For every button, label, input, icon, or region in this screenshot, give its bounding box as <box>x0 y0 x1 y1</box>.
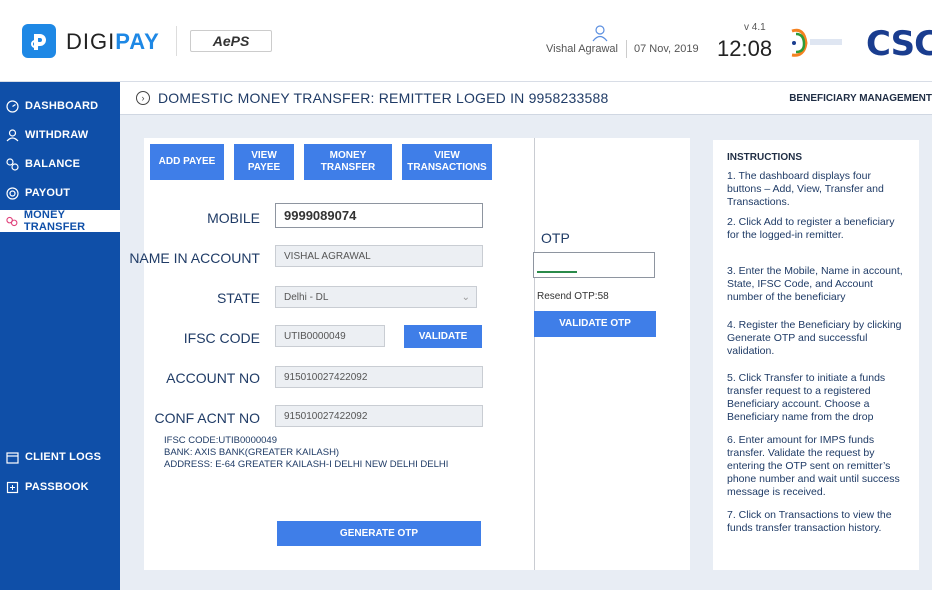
beneficiary-management-link[interactable]: BENEFICIARY MANAGEMENT <box>789 93 932 104</box>
sidebar-item-label: DASHBOARD <box>25 100 99 112</box>
sidebar-item-payout[interactable]: PAYOUT <box>6 182 70 204</box>
sidebar-item-money-transfer[interactable]: MONEY TRANSFER <box>0 209 120 233</box>
instructions-panel: INSTRUCTIONS 1. The dashboard displays f… <box>713 140 919 570</box>
account-no-label: ACCOUNT NO <box>166 370 260 386</box>
mobile-label: MOBILE <box>207 210 260 226</box>
csc-logo: CSC <box>866 24 932 64</box>
state-select[interactable]: Delhi - DL ⌄ <box>275 286 477 308</box>
instruction-item: 3. Enter the Mobile, Name in account, St… <box>727 265 903 303</box>
confirm-account-input[interactable]: 915010027422092 <box>275 405 483 427</box>
instruction-item: 7. Click on Transactions to view the fun… <box>727 509 892 534</box>
chevron-down-icon: ⌄ <box>461 291 470 303</box>
confirm-account-label: CONF ACNT NO <box>154 410 260 426</box>
money-transfer-button[interactable]: MONEY TRANSFER <box>304 144 392 180</box>
instructions-title: INSTRUCTIONS <box>727 152 802 163</box>
bank-name-info: BANK: AXIS BANK(GREATER KAILASH) <box>164 447 340 458</box>
sidebar: DASHBOARD WITHDRAW BALANCE PAYOUT MONEY … <box>0 82 120 590</box>
sidebar-item-dashboard[interactable]: DASHBOARD <box>6 95 98 117</box>
header-divider <box>176 26 177 56</box>
sidebar-item-passbook[interactable]: PASSBOOK <box>6 476 89 498</box>
view-transactions-button[interactable]: VIEW TRANSACTIONS <box>402 144 492 180</box>
app-version: v 4.1 <box>744 22 766 33</box>
sidebar-item-label: CLIENT LOGS <box>25 451 102 463</box>
instruction-item: 5. Click Transfer to initiate a funds tr… <box>727 372 886 423</box>
sidebar-item-client-logs[interactable]: CLIENT LOGS <box>6 446 101 468</box>
current-time: 12:08 <box>717 36 773 61</box>
resend-otp-text[interactable]: Resend OTP:58 <box>537 291 609 302</box>
add-payee-button[interactable]: ADD PAYEE <box>150 144 224 180</box>
sidebar-item-label: BALANCE <box>25 158 81 170</box>
page-title: DOMESTIC MONEY TRANSFER: REMITTER LOGED … <box>158 90 609 106</box>
mobile-input[interactable]: 9999089074 <box>275 203 483 228</box>
account-no-input[interactable]: 915010027422092 <box>275 366 483 388</box>
validate-otp-button[interactable]: VALIDATE OTP <box>534 311 656 337</box>
current-date: 07 Nov, 2019 <box>634 43 699 55</box>
view-payee-button[interactable]: VIEW PAYEE <box>234 144 294 180</box>
instruction-item: 4. Register the Beneficiary by clicking … <box>727 319 902 357</box>
client-logs-icon <box>6 451 19 464</box>
chevron-right-icon: › <box>136 91 150 105</box>
state-label: STATE <box>216 290 260 306</box>
ifsc-code-input[interactable]: UTIB0000049 <box>275 325 385 347</box>
user-name: Vishal Agrawal <box>546 43 618 55</box>
payout-icon <box>6 186 19 200</box>
generate-otp-button[interactable]: GENERATE OTP <box>277 521 481 546</box>
ifsc-code-label: IFSC CODE <box>183 330 260 346</box>
otp-input[interactable] <box>533 252 655 278</box>
passbook-icon <box>6 481 19 493</box>
sidebar-item-label: WITHDRAW <box>25 129 89 141</box>
instruction-item: 2. Click Add to register a beneficiary f… <box>727 216 895 241</box>
sidebar-item-label: PASSBOOK <box>25 481 89 493</box>
state-select-value: Delhi - DL <box>284 291 329 303</box>
brand-name[interactable]: DIGIPAY <box>66 29 160 55</box>
sidebar-item-label: MONEY TRANSFER <box>23 209 86 233</box>
digital-india-icon <box>786 25 846 59</box>
withdraw-icon <box>6 128 19 141</box>
otp-input-underline <box>537 271 577 273</box>
name-in-account-label: NAME IN ACCOUNT <box>129 250 260 266</box>
validate-ifsc-button[interactable]: VALIDATE <box>404 325 482 348</box>
page-title-bar: › DOMESTIC MONEY TRANSFER: REMITTER LOGE… <box>120 82 932 115</box>
bank-address-info: ADDRESS: E-64 GREATER KAILASH-I DELHI NE… <box>164 459 449 470</box>
sidebar-item-label: PAYOUT <box>25 187 71 199</box>
instruction-item: 6. Enter amount for IMPS funds transfer.… <box>727 434 900 498</box>
sidebar-item-balance[interactable]: BALANCE <box>6 153 80 175</box>
main-content: › DOMESTIC MONEY TRANSFER: REMITTER LOGE… <box>120 82 932 590</box>
digipay-logo-icon[interactable] <box>22 24 56 58</box>
bank-ifsc-info: IFSC CODE:UTIB0000049 <box>164 435 277 446</box>
instruction-item: 1. The dashboard displays four buttons –… <box>727 170 884 208</box>
otp-label: OTP <box>541 230 570 246</box>
money-transfer-icon <box>6 216 18 226</box>
panel-divider <box>534 138 535 570</box>
dashboard-icon <box>6 99 19 113</box>
name-in-account-input[interactable]: VISHAL AGRAWAL <box>275 245 483 267</box>
header: DIGIPAY AePS Vishal Agrawal 07 Nov, 2019… <box>0 0 932 82</box>
user-divider <box>626 40 627 58</box>
balance-icon <box>6 157 19 171</box>
form-panel: ADD PAYEE VIEW PAYEE MONEY TRANSFER VIEW… <box>129 138 690 570</box>
aeps-logo: AePS <box>190 30 272 52</box>
sidebar-item-withdraw[interactable]: WITHDRAW <box>6 124 88 146</box>
